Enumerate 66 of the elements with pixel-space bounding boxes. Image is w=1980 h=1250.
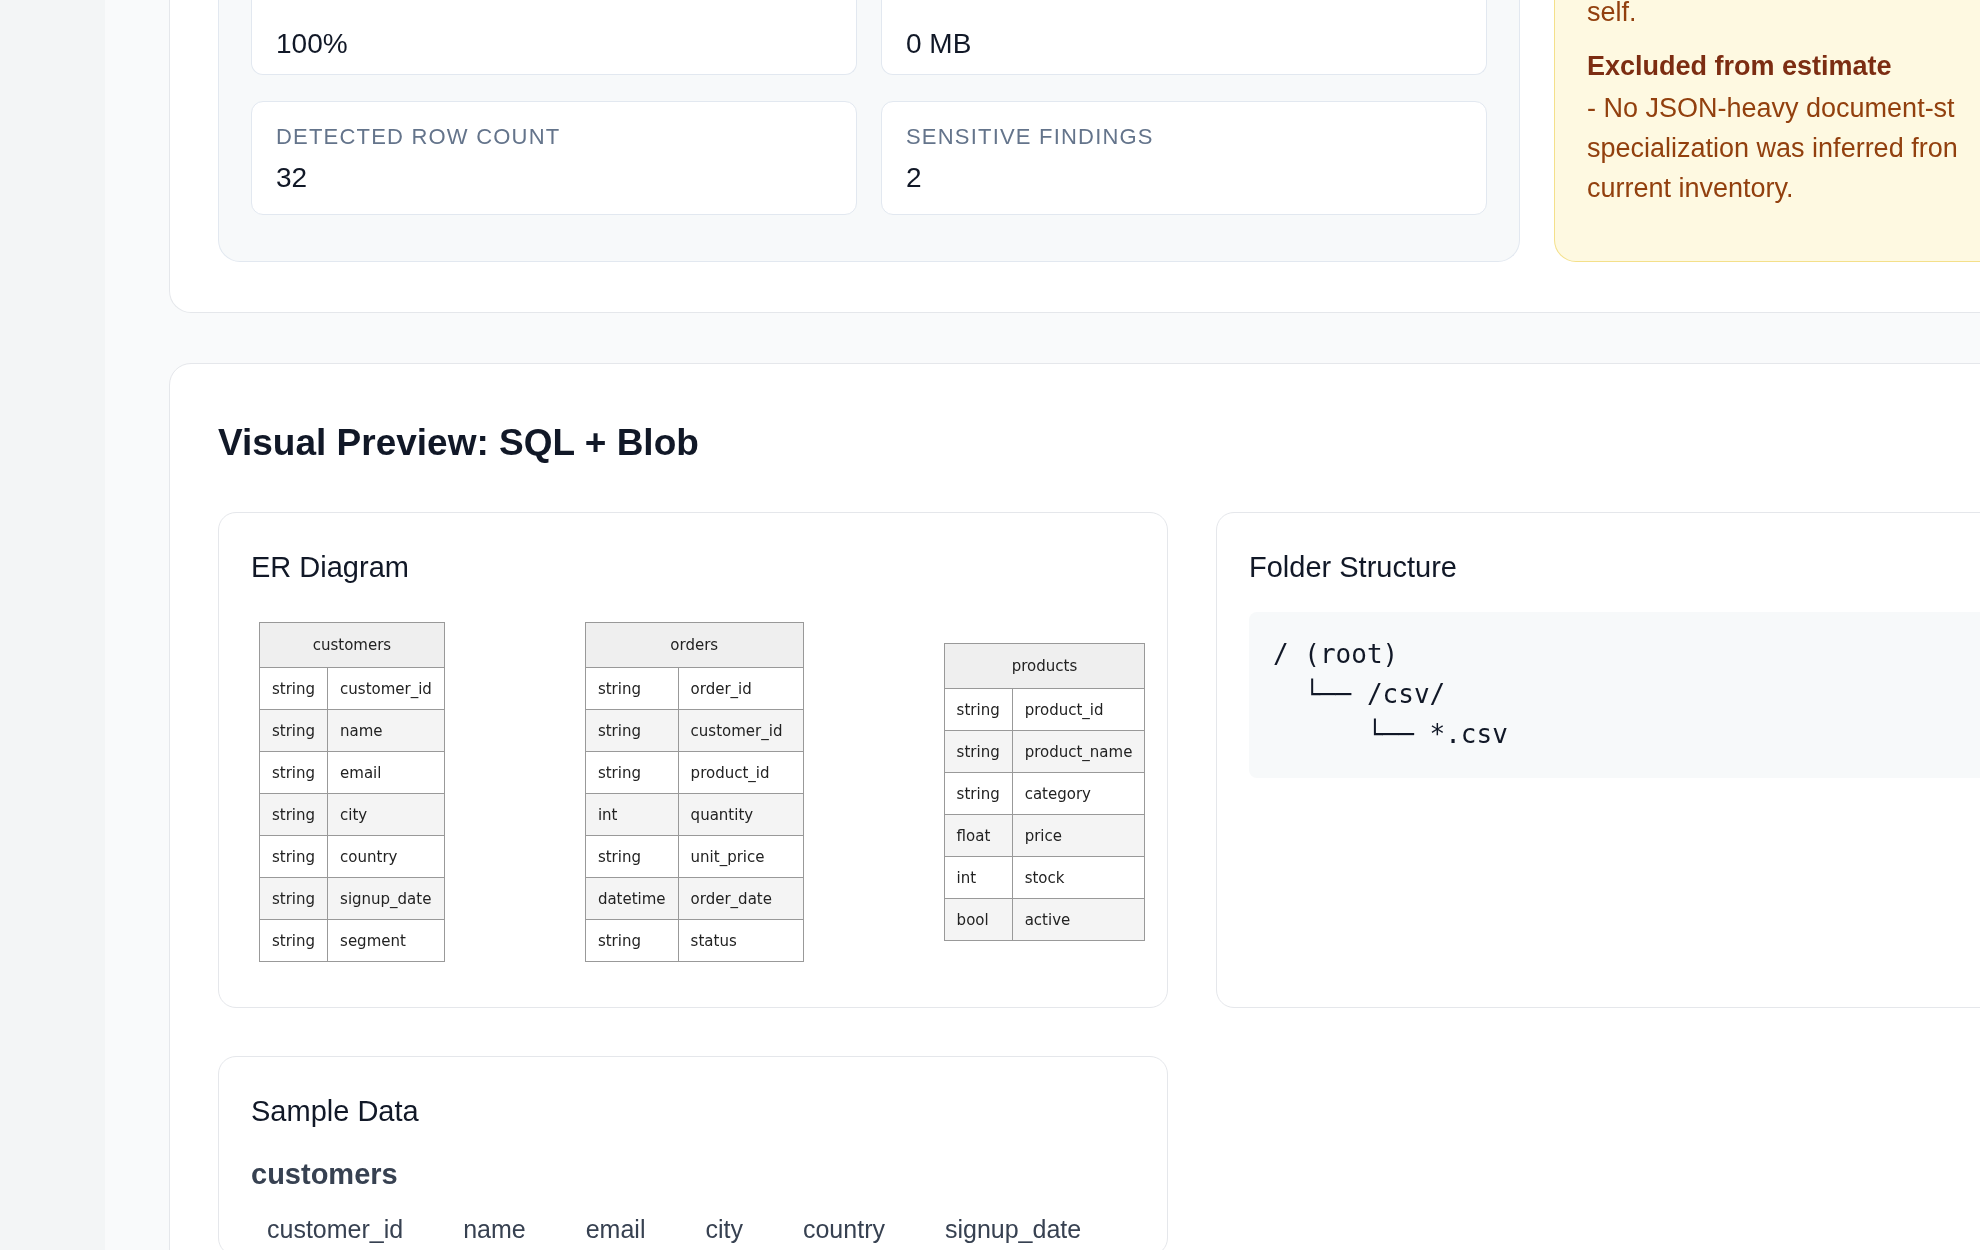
column-header: city bbox=[704, 1215, 744, 1244]
tree-line: / (root) bbox=[1273, 638, 1400, 671]
field-name: order_date bbox=[678, 877, 804, 920]
field-type: string bbox=[585, 751, 679, 794]
field-name: name bbox=[327, 709, 445, 752]
field-type: string bbox=[585, 667, 679, 710]
field-name: customer_id bbox=[327, 667, 445, 710]
field-type: datetime bbox=[585, 877, 679, 920]
field-type: string bbox=[585, 709, 679, 752]
tree-line: └── /csv/ bbox=[1303, 677, 1447, 711]
field-type: string bbox=[259, 835, 328, 878]
column-header: email bbox=[584, 1215, 647, 1244]
notice-text: - No JSON-heavy document-st specialization was inferred fron current inventory. bbox=[1587, 92, 1959, 205]
field-name: city bbox=[327, 793, 445, 836]
field-name: order_id bbox=[678, 667, 804, 710]
column-header: name bbox=[462, 1215, 527, 1244]
field-name: segment bbox=[327, 919, 445, 962]
field-name: price bbox=[1012, 814, 1145, 857]
field-type: int bbox=[944, 856, 1013, 899]
field-type: int bbox=[585, 793, 679, 836]
field-name: customer_id bbox=[678, 709, 804, 752]
field-type: string bbox=[944, 772, 1013, 815]
notice-heading: Excluded from estimate bbox=[1587, 50, 1893, 83]
card-title: ER Diagram bbox=[251, 551, 410, 584]
field-type: string bbox=[259, 667, 328, 710]
entity-name: customers bbox=[259, 622, 445, 668]
field-name: status bbox=[678, 919, 804, 962]
section-title: Visual Preview: SQL + Blob bbox=[218, 422, 700, 464]
entity-name: orders bbox=[585, 622, 804, 668]
column-header: signup_date bbox=[943, 1215, 1083, 1244]
stat-value: 32 bbox=[276, 162, 309, 194]
field-type: string bbox=[944, 688, 1013, 731]
field-type: string bbox=[585, 835, 679, 878]
stat-value: 100% bbox=[276, 28, 349, 60]
field-name: quantity bbox=[678, 793, 804, 836]
field-name: category bbox=[1012, 772, 1145, 815]
card-title: Sample Data bbox=[251, 1095, 420, 1128]
field-name: product_id bbox=[1012, 688, 1145, 731]
field-name: product_name bbox=[1012, 730, 1145, 773]
field-type: string bbox=[259, 877, 328, 920]
table-title: customers bbox=[251, 1158, 399, 1191]
field-name: email bbox=[327, 751, 445, 794]
entity-name: products bbox=[944, 643, 1145, 689]
field-type: bool bbox=[944, 898, 1013, 941]
field-type: string bbox=[259, 751, 328, 794]
field-name: stock bbox=[1012, 856, 1145, 899]
field-name: country bbox=[327, 835, 445, 878]
stat-label: DETECTED ROW COUNT bbox=[276, 124, 562, 150]
field-name: unit_price bbox=[678, 835, 804, 878]
column-header: country bbox=[801, 1215, 886, 1244]
field-name: product_id bbox=[678, 751, 804, 794]
card-title: Folder Structure bbox=[1249, 551, 1458, 584]
column-header: customer_id bbox=[266, 1215, 405, 1244]
notice-text: self. bbox=[1587, 0, 1638, 29]
field-name: signup_date bbox=[327, 877, 445, 920]
field-type: string bbox=[259, 919, 328, 962]
field-name: active bbox=[1012, 898, 1145, 941]
field-type: string bbox=[259, 709, 328, 752]
field-type: string bbox=[585, 919, 679, 962]
field-type: string bbox=[944, 730, 1013, 773]
stat-value: 2 bbox=[906, 162, 923, 194]
stat-value: 0 MB bbox=[906, 28, 973, 60]
tree-line: └── *.csv bbox=[1365, 717, 1509, 751]
field-type: float bbox=[944, 814, 1013, 857]
stat-label: SENSITIVE FINDINGS bbox=[906, 124, 1155, 150]
field-type: string bbox=[259, 793, 328, 836]
